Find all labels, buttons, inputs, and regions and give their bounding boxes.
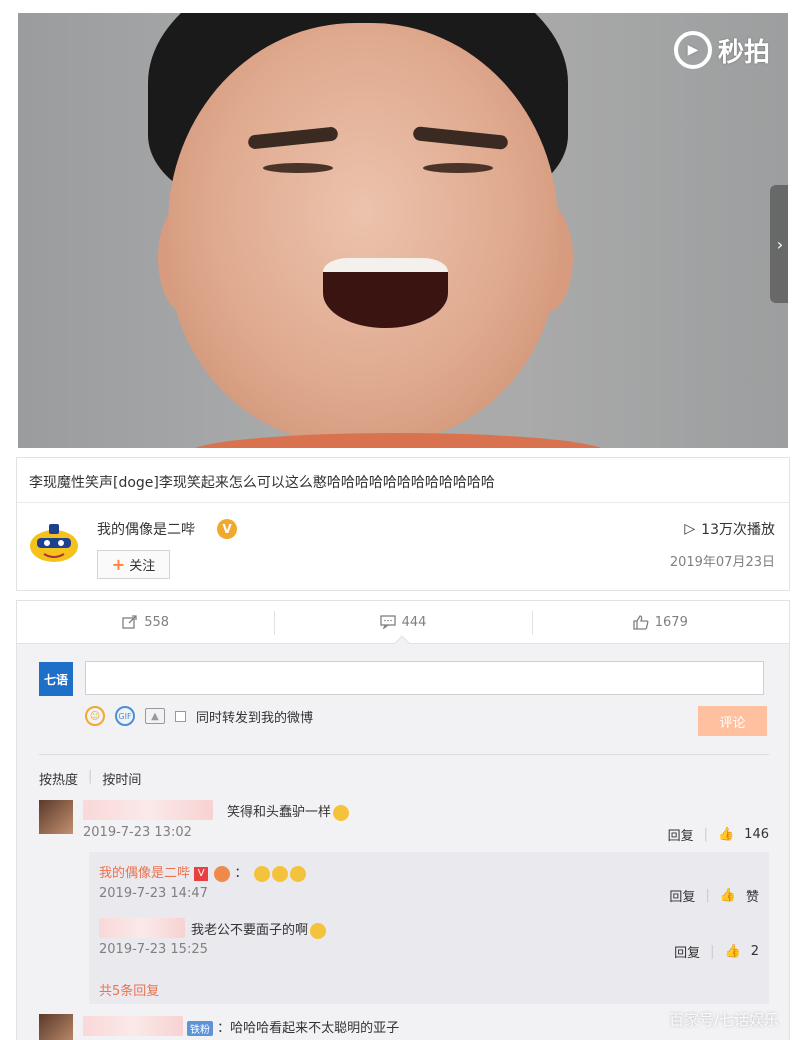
reply-ops: 回复 | 👍 赞 (669, 886, 759, 905)
sort-separator: | (88, 769, 93, 784)
divider (39, 754, 769, 755)
thumbs-up-icon[interactable]: 👍 (718, 827, 734, 842)
commenter-avatar[interactable] (39, 800, 73, 834)
reply-body: ： (234, 866, 248, 881)
reply-item: 我的偶像是二哔 V ： 2019-7-23 14:47 回复 | 👍 赞 (99, 862, 759, 906)
emoji-icon (253, 865, 270, 882)
image-icon[interactable]: ▲ (145, 708, 165, 724)
play-ring-icon: ▶ (673, 31, 712, 69)
comment-item: 笑得和头蠢驴一样 2019-7-23 13:02 回复 | 👍 146 (39, 800, 769, 846)
emoji-icon[interactable]: ☺ (85, 706, 105, 726)
sort-tabs: 按热度 | 按时间 (39, 769, 141, 788)
comment-button[interactable]: 444 (274, 601, 531, 653)
video-frame-shirt (188, 433, 608, 448)
video-player[interactable]: ▶ 秒拍 › (18, 13, 788, 448)
reply-like-count: 赞 (745, 890, 759, 905)
play-count-text: 13万次播放 (701, 522, 775, 538)
more-replies-link[interactable]: 共5条回复 (99, 980, 159, 999)
commenter-name-blurred (83, 800, 213, 820)
thumbs-up-icon[interactable]: 👍 (720, 888, 736, 903)
play-count: ▷ 13万次播放 (684, 519, 775, 539)
plus-icon: + (111, 555, 126, 574)
also-repost-checkbox[interactable] (175, 710, 186, 722)
comment-like-count: 146 (744, 827, 769, 842)
video-frame-eye (263, 163, 333, 173)
comment-text: 笑得和头蠢驴一样 (227, 801, 350, 821)
comment-count: 444 (401, 614, 427, 630)
divider (17, 502, 789, 503)
sort-by-time[interactable]: 按时间 (102, 769, 141, 788)
comment-input[interactable] (85, 661, 764, 695)
repost-icon (122, 615, 137, 629)
comment-panel: 七语 ☺ GIF ▲ 同时转发到我的微博 评论 按热度 | 按时间 笑得和头蠢驴… (16, 644, 790, 1040)
reply-author-blurred (99, 918, 185, 938)
follow-button[interactable]: + 关注 (97, 550, 170, 579)
video-frame-mouth (323, 258, 448, 328)
submit-comment-button[interactable]: 评论 (698, 706, 767, 736)
play-icon: ▷ (684, 521, 696, 537)
like-count: 1679 (654, 614, 688, 630)
gif-icon[interactable]: GIF (115, 706, 135, 726)
post-info-card: 李现魔性笑声[doge]李现笑起来怎么可以这么憨哈哈哈哈哈哈哈哈哈哈哈哈 我的偶… (16, 457, 790, 591)
fan-badge-icon (214, 865, 231, 882)
verified-badge-icon: V (194, 866, 209, 881)
watermark: 百家号/七话娱乐 (668, 1011, 779, 1029)
verified-badge-icon: V (217, 519, 237, 539)
miaopai-logo-text: 秒拍 (717, 37, 770, 68)
like-button[interactable]: 1679 (531, 601, 789, 643)
comment-item: 铁粉 ：哈哈哈看起来不太聪明的亚子 (39, 1014, 769, 1040)
ops-separator: | (710, 944, 715, 959)
comment-text: 铁粉 ：哈哈哈看起来不太聪明的亚子 (187, 1017, 399, 1036)
reply-button[interactable]: 回复 (669, 886, 695, 905)
commenter-avatar[interactable] (39, 1014, 73, 1040)
reply-time: 2019-7-23 14:47 (99, 886, 208, 901)
comment-body: ：哈哈哈看起来不太聪明的亚子 (217, 1021, 400, 1036)
comment-ops: 回复 | 👍 146 (668, 825, 769, 844)
video-frame-face (168, 23, 558, 443)
reply-like-count: 2 (750, 944, 759, 959)
post-date: 2019年07月23日 (669, 555, 775, 570)
thumbs-up-icon[interactable]: 👍 (725, 944, 741, 959)
comment-time: 2019-7-23 13:02 (83, 825, 192, 840)
follow-label: 关注 (129, 559, 156, 574)
reply-text: 我老公不要面子的啊 (191, 919, 327, 939)
next-video-button[interactable]: › (770, 185, 788, 303)
also-repost-label: 同时转发到我的微博 (196, 710, 314, 726)
miaopai-logo: ▶ 秒拍 (673, 31, 770, 69)
reply-item: 我老公不要面子的啊 2019-7-23 15:25 回复 | 👍 2 (99, 918, 759, 962)
reply-time: 2019-7-23 15:25 (99, 942, 208, 957)
emoji-icon (310, 922, 327, 939)
reply-button[interactable]: 回复 (668, 825, 694, 844)
reply-text: 我的偶像是二哔 V ： (99, 862, 306, 882)
reply-ops: 回复 | 👍 2 (674, 942, 759, 961)
emoji-icon (289, 865, 306, 882)
author-avatar[interactable] (27, 520, 81, 564)
thumbs-up-icon (633, 614, 649, 630)
ops-separator: | (703, 827, 708, 842)
reply-button[interactable]: 回复 (674, 942, 700, 961)
author-name[interactable]: 我的偶像是二哔 (97, 519, 195, 539)
action-bar: 558 444 1679 (16, 600, 790, 653)
iron-fan-badge: 铁粉 (187, 1021, 213, 1036)
commenter-name-blurred (83, 1016, 183, 1036)
emoji-icon (271, 865, 288, 882)
comment-body: 笑得和头蠢驴一样 (227, 805, 332, 820)
ops-separator: | (705, 888, 710, 903)
reply-thread: 我的偶像是二哔 V ： 2019-7-23 14:47 回复 | 👍 赞 我老公… (89, 852, 769, 1004)
repost-count: 558 (144, 614, 170, 630)
comment-icon (379, 615, 396, 629)
reply-body: 我老公不要面子的啊 (191, 923, 309, 938)
post-caption: 李现魔性笑声[doge]李现笑起来怎么可以这么憨哈哈哈哈哈哈哈哈哈哈哈哈 (29, 475, 495, 491)
repost-button[interactable]: 558 (17, 601, 274, 643)
sort-by-hot[interactable]: 按热度 (39, 769, 78, 788)
reply-author[interactable]: 我的偶像是二哔 (99, 866, 190, 881)
video-frame-eye (423, 163, 493, 173)
composer-toolbar: ☺ GIF ▲ 同时转发到我的微博 (85, 706, 313, 726)
my-avatar[interactable]: 七语 (39, 662, 73, 696)
emoji-icon (333, 804, 350, 821)
